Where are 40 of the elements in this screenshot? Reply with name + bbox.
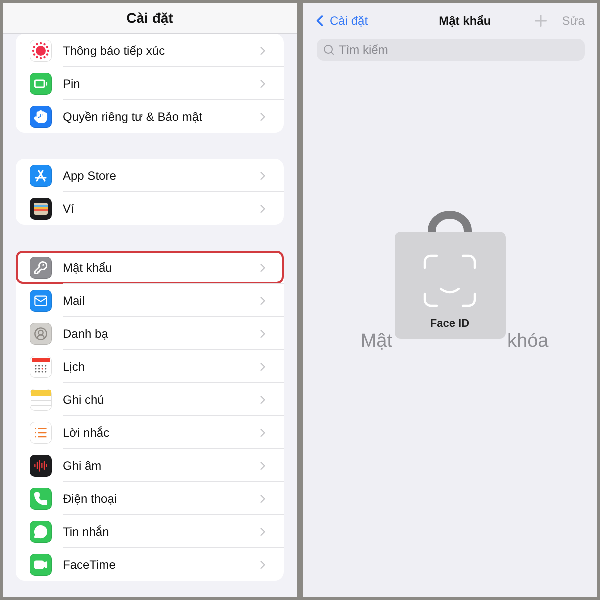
face-id-label: Face ID — [430, 318, 470, 330]
settings-row[interactable]: Danh bạ — [16, 317, 284, 350]
battery-icon — [30, 72, 52, 94]
settings-row[interactable]: Điện thoại — [16, 482, 284, 515]
settings-row[interactable]: FaceTime — [16, 548, 284, 581]
settings-row[interactable]: Ghi chú — [16, 383, 284, 416]
settings-row[interactable]: Pin — [16, 67, 284, 100]
hand-icon — [30, 106, 52, 128]
nav-title: Mật khẩu — [439, 14, 492, 28]
settings-row[interactable]: Mật khẩu — [16, 251, 284, 284]
calendar-icon — [30, 356, 52, 378]
settings-row[interactable]: Lịch — [16, 350, 284, 383]
phone-icon — [30, 488, 52, 510]
notes-icon — [30, 388, 52, 410]
key-icon — [30, 256, 52, 278]
search-icon — [323, 44, 335, 56]
settings-row[interactable]: App Store — [16, 159, 284, 192]
settings-row[interactable]: Tin nhắn — [16, 515, 284, 548]
back-link[interactable]: Cài đặt — [311, 12, 368, 30]
waveform-icon — [30, 454, 52, 476]
chat-bubble-icon — [30, 520, 52, 542]
face-scan-icon — [423, 254, 477, 308]
wallet-icon — [30, 198, 52, 220]
header-title: Cài đặt — [126, 10, 174, 26]
contacts-icon — [30, 322, 52, 344]
locked-message: khóa — [506, 331, 549, 353]
app-store-icon — [30, 164, 52, 186]
mail-icon — [30, 290, 52, 312]
settings-row[interactable]: Mail — [16, 284, 284, 317]
settings-row[interactable]: Lời nhắc — [16, 416, 284, 449]
exposure-icon — [30, 40, 52, 62]
lock-icon — [427, 211, 473, 235]
settings-row[interactable]: Ví — [16, 192, 284, 225]
locked-message: Mật — [360, 331, 394, 353]
reminders-icon — [30, 422, 52, 444]
search-field[interactable]: Tìm kiếm — [317, 39, 585, 61]
settings-row[interactable]: Quyền riêng tư & Bảo mật — [16, 100, 284, 133]
settings-row[interactable]: Ghi âm — [16, 449, 284, 482]
video-camera-icon — [30, 554, 52, 576]
settings-row[interactable]: Thông báo tiếp xúc — [16, 34, 284, 67]
